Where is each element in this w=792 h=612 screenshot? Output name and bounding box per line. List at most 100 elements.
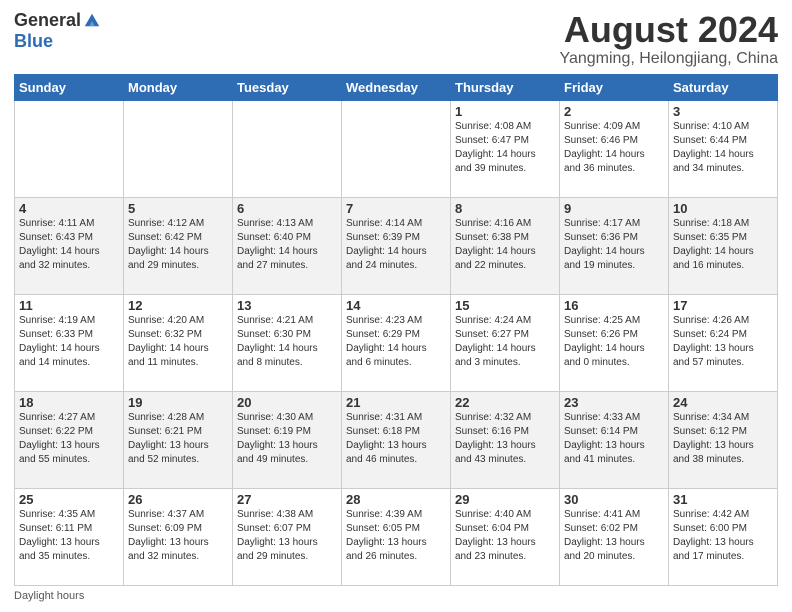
- day-info: Sunrise: 4:35 AM Sunset: 6:11 PM Dayligh…: [19, 508, 119, 564]
- logo: General Blue: [14, 10, 101, 52]
- page: General Blue August 2024 Yangming, Heilo…: [0, 0, 792, 612]
- calendar-cell: 10Sunrise: 4:18 AM Sunset: 6:35 PM Dayli…: [669, 197, 778, 294]
- subtitle: Yangming, Heilongjiang, China: [559, 50, 778, 68]
- day-number: 12: [128, 298, 228, 313]
- day-number: 29: [455, 492, 555, 507]
- calendar-cell: 24Sunrise: 4:34 AM Sunset: 6:12 PM Dayli…: [669, 391, 778, 488]
- calendar-cell: 23Sunrise: 4:33 AM Sunset: 6:14 PM Dayli…: [560, 391, 669, 488]
- calendar-cell: 17Sunrise: 4:26 AM Sunset: 6:24 PM Dayli…: [669, 294, 778, 391]
- calendar-cell: 31Sunrise: 4:42 AM Sunset: 6:00 PM Dayli…: [669, 488, 778, 585]
- day-info: Sunrise: 4:19 AM Sunset: 6:33 PM Dayligh…: [19, 314, 119, 370]
- calendar-cell: 6Sunrise: 4:13 AM Sunset: 6:40 PM Daylig…: [233, 197, 342, 294]
- day-number: 20: [237, 395, 337, 410]
- calendar-cell: 5Sunrise: 4:12 AM Sunset: 6:42 PM Daylig…: [124, 197, 233, 294]
- day-number: 26: [128, 492, 228, 507]
- day-info: Sunrise: 4:11 AM Sunset: 6:43 PM Dayligh…: [19, 217, 119, 273]
- day-info: Sunrise: 4:10 AM Sunset: 6:44 PM Dayligh…: [673, 120, 773, 176]
- day-info: Sunrise: 4:13 AM Sunset: 6:40 PM Dayligh…: [237, 217, 337, 273]
- day-info: Sunrise: 4:38 AM Sunset: 6:07 PM Dayligh…: [237, 508, 337, 564]
- day-info: Sunrise: 4:25 AM Sunset: 6:26 PM Dayligh…: [564, 314, 664, 370]
- calendar-cell: 14Sunrise: 4:23 AM Sunset: 6:29 PM Dayli…: [342, 294, 451, 391]
- day-info: Sunrise: 4:09 AM Sunset: 6:46 PM Dayligh…: [564, 120, 664, 176]
- calendar-header-tuesday: Tuesday: [233, 74, 342, 100]
- calendar-header-wednesday: Wednesday: [342, 74, 451, 100]
- day-info: Sunrise: 4:32 AM Sunset: 6:16 PM Dayligh…: [455, 411, 555, 467]
- calendar-cell: 11Sunrise: 4:19 AM Sunset: 6:33 PM Dayli…: [15, 294, 124, 391]
- logo-general-text: General: [14, 10, 81, 31]
- day-number: 6: [237, 201, 337, 216]
- day-number: 11: [19, 298, 119, 313]
- day-info: Sunrise: 4:24 AM Sunset: 6:27 PM Dayligh…: [455, 314, 555, 370]
- day-number: 9: [564, 201, 664, 216]
- calendar-cell: 9Sunrise: 4:17 AM Sunset: 6:36 PM Daylig…: [560, 197, 669, 294]
- calendar-header-friday: Friday: [560, 74, 669, 100]
- calendar-cell: 7Sunrise: 4:14 AM Sunset: 6:39 PM Daylig…: [342, 197, 451, 294]
- calendar-week-3: 11Sunrise: 4:19 AM Sunset: 6:33 PM Dayli…: [15, 294, 778, 391]
- day-info: Sunrise: 4:17 AM Sunset: 6:36 PM Dayligh…: [564, 217, 664, 273]
- calendar-cell: 20Sunrise: 4:30 AM Sunset: 6:19 PM Dayli…: [233, 391, 342, 488]
- calendar-cell: [233, 100, 342, 197]
- day-info: Sunrise: 4:21 AM Sunset: 6:30 PM Dayligh…: [237, 314, 337, 370]
- calendar-cell: [342, 100, 451, 197]
- day-info: Sunrise: 4:16 AM Sunset: 6:38 PM Dayligh…: [455, 217, 555, 273]
- day-number: 18: [19, 395, 119, 410]
- calendar-cell: 27Sunrise: 4:38 AM Sunset: 6:07 PM Dayli…: [233, 488, 342, 585]
- day-number: 23: [564, 395, 664, 410]
- day-info: Sunrise: 4:28 AM Sunset: 6:21 PM Dayligh…: [128, 411, 228, 467]
- calendar-cell: 12Sunrise: 4:20 AM Sunset: 6:32 PM Dayli…: [124, 294, 233, 391]
- day-number: 16: [564, 298, 664, 313]
- day-info: Sunrise: 4:12 AM Sunset: 6:42 PM Dayligh…: [128, 217, 228, 273]
- calendar-cell: 29Sunrise: 4:40 AM Sunset: 6:04 PM Dayli…: [451, 488, 560, 585]
- calendar-cell: 25Sunrise: 4:35 AM Sunset: 6:11 PM Dayli…: [15, 488, 124, 585]
- footer-label: Daylight hours: [14, 590, 84, 602]
- calendar-cell: 26Sunrise: 4:37 AM Sunset: 6:09 PM Dayli…: [124, 488, 233, 585]
- day-info: Sunrise: 4:41 AM Sunset: 6:02 PM Dayligh…: [564, 508, 664, 564]
- calendar-cell: 22Sunrise: 4:32 AM Sunset: 6:16 PM Dayli…: [451, 391, 560, 488]
- calendar-cell: 1Sunrise: 4:08 AM Sunset: 6:47 PM Daylig…: [451, 100, 560, 197]
- calendar-cell: 16Sunrise: 4:25 AM Sunset: 6:26 PM Dayli…: [560, 294, 669, 391]
- calendar-header-sunday: Sunday: [15, 74, 124, 100]
- day-info: Sunrise: 4:08 AM Sunset: 6:47 PM Dayligh…: [455, 120, 555, 176]
- day-number: 30: [564, 492, 664, 507]
- calendar-week-4: 18Sunrise: 4:27 AM Sunset: 6:22 PM Dayli…: [15, 391, 778, 488]
- day-number: 4: [19, 201, 119, 216]
- day-number: 1: [455, 104, 555, 119]
- day-number: 31: [673, 492, 773, 507]
- day-info: Sunrise: 4:42 AM Sunset: 6:00 PM Dayligh…: [673, 508, 773, 564]
- day-info: Sunrise: 4:33 AM Sunset: 6:14 PM Dayligh…: [564, 411, 664, 467]
- day-number: 5: [128, 201, 228, 216]
- logo-blue-text: Blue: [14, 31, 53, 52]
- day-info: Sunrise: 4:40 AM Sunset: 6:04 PM Dayligh…: [455, 508, 555, 564]
- calendar-header-row: SundayMondayTuesdayWednesdayThursdayFrid…: [15, 74, 778, 100]
- day-number: 19: [128, 395, 228, 410]
- calendar-table: SundayMondayTuesdayWednesdayThursdayFrid…: [14, 74, 778, 586]
- calendar-cell: 2Sunrise: 4:09 AM Sunset: 6:46 PM Daylig…: [560, 100, 669, 197]
- calendar-header-saturday: Saturday: [669, 74, 778, 100]
- calendar-cell: 4Sunrise: 4:11 AM Sunset: 6:43 PM Daylig…: [15, 197, 124, 294]
- day-info: Sunrise: 4:23 AM Sunset: 6:29 PM Dayligh…: [346, 314, 446, 370]
- main-title: August 2024: [559, 10, 778, 50]
- day-info: Sunrise: 4:31 AM Sunset: 6:18 PM Dayligh…: [346, 411, 446, 467]
- day-number: 8: [455, 201, 555, 216]
- day-number: 15: [455, 298, 555, 313]
- calendar-week-5: 25Sunrise: 4:35 AM Sunset: 6:11 PM Dayli…: [15, 488, 778, 585]
- header: General Blue August 2024 Yangming, Heilo…: [14, 10, 778, 68]
- day-number: 27: [237, 492, 337, 507]
- calendar-cell: 18Sunrise: 4:27 AM Sunset: 6:22 PM Dayli…: [15, 391, 124, 488]
- calendar-cell: 8Sunrise: 4:16 AM Sunset: 6:38 PM Daylig…: [451, 197, 560, 294]
- logo-icon: [83, 11, 101, 29]
- calendar-header-monday: Monday: [124, 74, 233, 100]
- calendar-cell: 19Sunrise: 4:28 AM Sunset: 6:21 PM Dayli…: [124, 391, 233, 488]
- day-info: Sunrise: 4:39 AM Sunset: 6:05 PM Dayligh…: [346, 508, 446, 564]
- calendar-cell: 28Sunrise: 4:39 AM Sunset: 6:05 PM Dayli…: [342, 488, 451, 585]
- day-info: Sunrise: 4:37 AM Sunset: 6:09 PM Dayligh…: [128, 508, 228, 564]
- calendar-cell: 15Sunrise: 4:24 AM Sunset: 6:27 PM Dayli…: [451, 294, 560, 391]
- day-number: 13: [237, 298, 337, 313]
- calendar-week-1: 1Sunrise: 4:08 AM Sunset: 6:47 PM Daylig…: [15, 100, 778, 197]
- calendar-cell: [15, 100, 124, 197]
- day-number: 21: [346, 395, 446, 410]
- day-number: 24: [673, 395, 773, 410]
- footer: Daylight hours: [14, 590, 778, 602]
- day-number: 10: [673, 201, 773, 216]
- day-number: 2: [564, 104, 664, 119]
